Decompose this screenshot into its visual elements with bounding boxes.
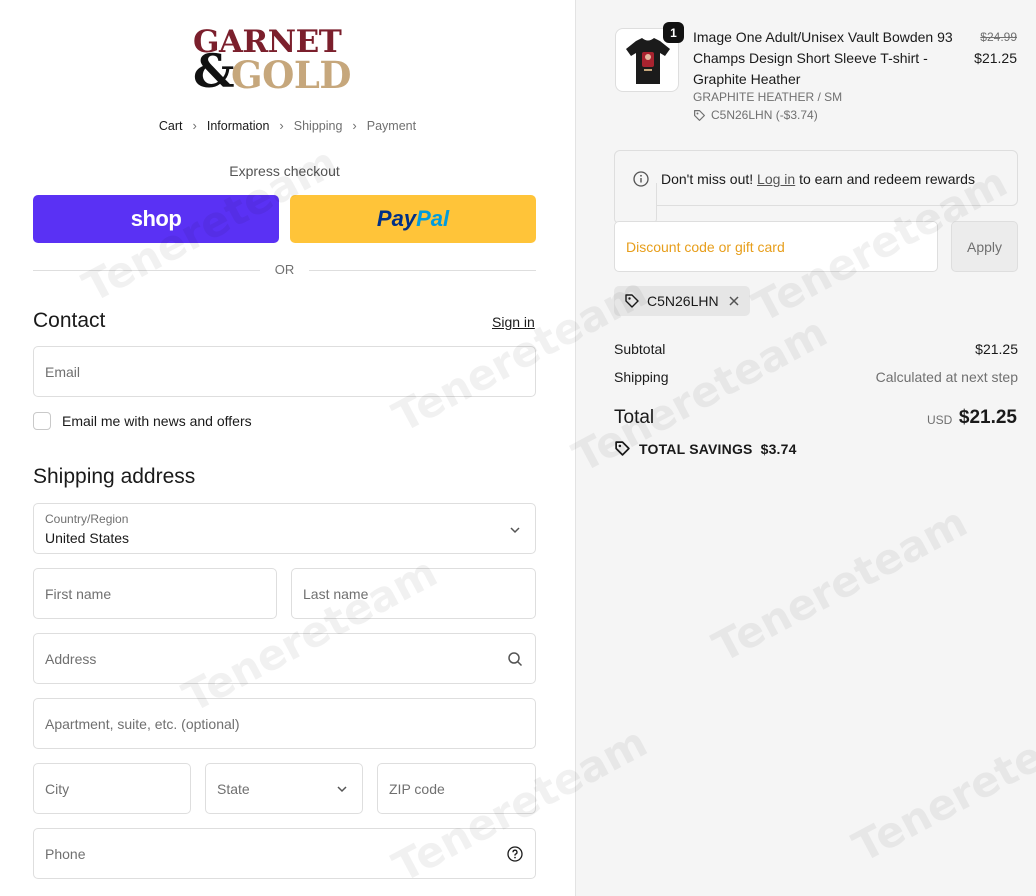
tag-icon <box>615 441 630 456</box>
tag-icon <box>694 109 705 121</box>
savings-label: TOTAL SAVINGS <box>639 440 753 457</box>
total-label: Total <box>614 407 655 428</box>
shop-pay-label: shop <box>130 206 182 231</box>
tag-icon <box>625 294 639 308</box>
city-placeholder: City <box>45 781 70 797</box>
close-icon[interactable] <box>728 295 740 307</box>
first-name-placeholder: First name <box>45 586 112 602</box>
country-select[interactable]: Country/Region United States <box>33 503 536 554</box>
paypal-label-part1: Pay <box>376 206 417 231</box>
product-price: $21.25 <box>974 50 1017 66</box>
tshirt-image <box>626 38 670 84</box>
shipping-label: Shipping <box>614 369 669 385</box>
chevron-right-icon: › <box>352 118 357 133</box>
address-placeholder: Address <box>45 651 97 667</box>
news-checkbox[interactable] <box>33 412 51 430</box>
breadcrumb-shipping: Shipping <box>293 118 343 133</box>
paypal-label-part2: Pal <box>416 206 450 231</box>
rewards-banner: Don't miss out! Log in to earn and redee… <box>614 150 1018 223</box>
country-value: United States <box>45 530 130 546</box>
subtotal-row: Subtotal $21.25 <box>614 341 1018 357</box>
address-field[interactable]: Address <box>33 633 536 684</box>
contact-heading: Contact <box>33 309 106 332</box>
savings-value: $3.74 <box>760 440 797 457</box>
order-summary: 1 Image One Adult/Unisex Vault Bowden 93… <box>575 0 1036 896</box>
discount-placeholder: Discount code or gift card <box>626 239 785 255</box>
breadcrumb-cart[interactable]: Cart <box>159 119 183 133</box>
shop-pay-button[interactable]: shop <box>33 195 279 243</box>
sign-in-link[interactable]: Sign in <box>492 314 535 330</box>
chevron-down-icon <box>510 527 520 534</box>
apartment-placeholder: Apartment, suite, etc. (optional) <box>45 716 240 732</box>
help-icon[interactable] <box>507 846 523 862</box>
shipping-address-heading: Shipping address <box>33 465 196 488</box>
shipping-row: Shipping Calculated at next step <box>614 369 1018 385</box>
store-logo[interactable]: GARNET & GOLD <box>193 26 375 96</box>
product-name: Image One Adult/Unisex Vault Bowden 93 C… <box>693 29 953 87</box>
city-field[interactable]: City <box>33 763 191 814</box>
paypal-button[interactable]: Pay Pal <box>290 195 536 243</box>
product-discount: C5N26LHN (-$3.74) <box>693 108 818 122</box>
phone-field[interactable]: Phone <box>33 828 536 879</box>
product-variant: GRAPHITE HEATHER / SM <box>693 90 843 104</box>
phone-placeholder: Phone <box>45 846 86 862</box>
total-savings: TOTAL SAVINGS $3.74 <box>614 440 797 457</box>
breadcrumb-payment: Payment <box>366 118 417 133</box>
zip-placeholder: ZIP code <box>389 781 445 797</box>
divider-line <box>309 270 536 271</box>
apartment-field[interactable]: Apartment, suite, etc. (optional) <box>33 698 536 749</box>
applied-code-label: C5N26LHN <box>647 293 719 309</box>
shipping-value: Calculated at next step <box>875 369 1018 385</box>
rewards-text-after: to earn and redeem rewards <box>799 171 975 187</box>
email-placeholder: Email <box>45 364 81 380</box>
first-name-field[interactable]: First name <box>33 568 277 619</box>
zip-field[interactable]: ZIP code <box>377 763 536 814</box>
rewards-text-before: Don't miss out! <box>661 171 754 187</box>
express-checkout-title: Express checkout <box>229 163 340 179</box>
last-name-field[interactable]: Last name <box>291 568 536 619</box>
chevron-right-icon: › <box>279 118 284 133</box>
subtotal-value: $21.25 <box>975 341 1018 357</box>
state-placeholder: State <box>217 781 250 797</box>
rewards-login-link[interactable]: Log in <box>757 171 795 187</box>
breadcrumb: Cart › Information › Shipping › Payment <box>0 118 575 133</box>
apply-discount-button[interactable]: Apply <box>951 221 1018 272</box>
info-icon <box>633 171 649 187</box>
logo-ampersand: & <box>193 44 235 98</box>
news-opt-in[interactable]: Email me with news and offers <box>33 412 252 430</box>
country-label: Country/Region <box>45 512 129 526</box>
breadcrumb-information: Information <box>206 118 270 133</box>
chevron-right-icon: › <box>192 118 197 133</box>
email-field[interactable]: Email <box>33 346 536 397</box>
currency-code: USD <box>927 413 953 427</box>
subtotal-label: Subtotal <box>614 341 666 357</box>
search-icon <box>508 652 523 667</box>
applied-code-chip: C5N26LHN <box>614 286 750 316</box>
checkout-main: GARNET & GOLD Cart › Information › Shipp… <box>0 0 575 896</box>
rewards-tab <box>614 183 657 223</box>
last-name-placeholder: Last name <box>303 586 369 602</box>
quantity-badge: 1 <box>663 22 684 43</box>
original-price: $24.99 <box>980 30 1017 44</box>
logo-line2: GOLD <box>231 53 351 97</box>
product-discount-text: C5N26LHN (-$3.74) <box>711 108 818 122</box>
chevron-down-icon <box>337 786 347 793</box>
or-divider: OR <box>33 262 536 280</box>
news-checkbox-label: Email me with news and offers <box>62 413 252 429</box>
discount-code-input[interactable]: Discount code or gift card <box>614 221 938 272</box>
rewards-text: Don't miss out! Log in to earn and redee… <box>661 171 975 187</box>
total-value: $21.25 <box>958 407 1017 428</box>
state-select[interactable]: State <box>205 763 363 814</box>
